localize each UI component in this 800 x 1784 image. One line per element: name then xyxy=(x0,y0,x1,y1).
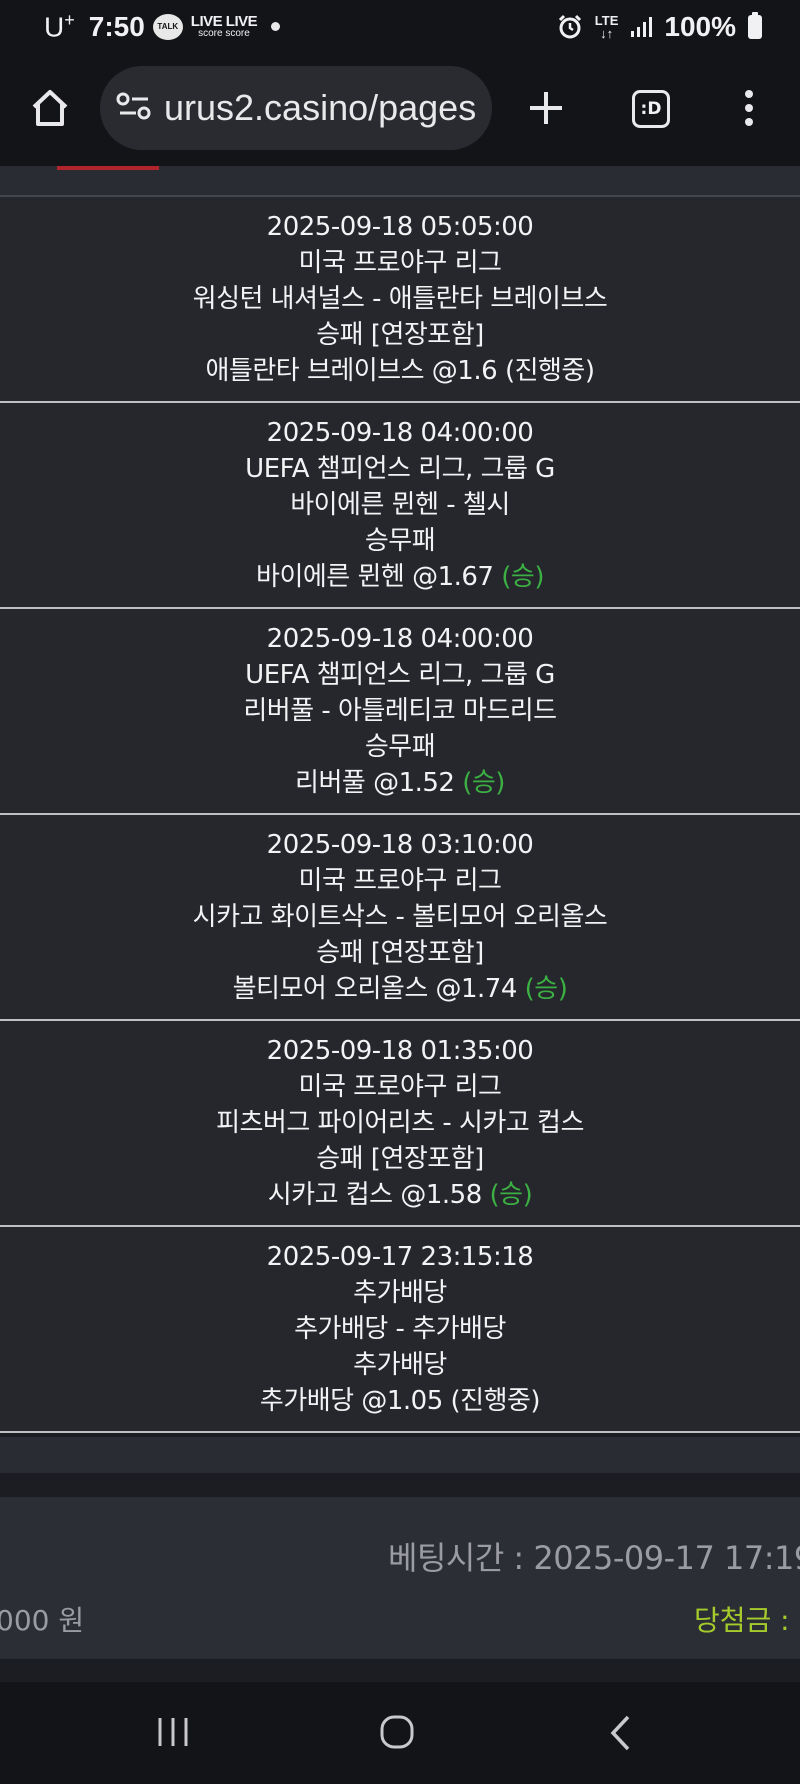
tab-switcher-button[interactable]: :D xyxy=(632,90,670,128)
bet-match: 추가배당 - 추가배당 xyxy=(294,1314,506,1344)
bet-list: 2025-09-18 05:05:00 미국 프로야구 리그 워싱턴 내셔널스 - … xyxy=(0,197,800,1433)
clock: 7:50 xyxy=(88,10,145,42)
list-footer xyxy=(0,1437,800,1473)
bet-datetime: 2025-09-18 03:10:00 xyxy=(266,830,534,860)
home-button[interactable] xyxy=(28,86,72,130)
bet-pick: 바이에른 뮌헨 @1.67 xyxy=(256,562,494,592)
bet-result: (진행중) xyxy=(450,1386,541,1416)
kakaotalk-icon: TALK xyxy=(152,13,183,40)
bet-result: (승) xyxy=(489,1180,533,1210)
bet-pick: 애틀란타 브레이브스 @1.6 xyxy=(205,356,498,386)
bet-market: 추가배당 xyxy=(353,1350,447,1380)
bet-result: (진행중) xyxy=(504,356,595,386)
recents-button[interactable] xyxy=(155,1716,191,1748)
site-settings-icon[interactable] xyxy=(116,90,152,126)
bet-item: 2025-09-18 05:05:00 미국 프로야구 리그워싱턴 내셔널스 - … xyxy=(0,197,800,403)
back-icon xyxy=(610,1715,630,1751)
bet-league: 미국 프로야구 리그 xyxy=(298,248,502,278)
bet-pick-line: 볼티모어 오리올스 @1.74 (승) xyxy=(233,971,568,1007)
bet-league: UEFA 챔피언스 리그, 그룹 G xyxy=(245,454,555,484)
url-text[interactable]: urus2.casino/pages xyxy=(164,87,476,129)
bet-pick: 시카고 컵스 @1.58 xyxy=(267,1180,483,1210)
bet-market: 승무패 xyxy=(364,526,436,556)
browser-toolbar: urus2.casino/pages :D xyxy=(0,54,800,166)
alarm-icon xyxy=(557,14,583,40)
recents-icon xyxy=(158,1718,188,1746)
bet-datetime: 2025-09-17 23:15:18 xyxy=(266,1242,534,1272)
more-dot-icon xyxy=(745,90,753,98)
bet-result: (승) xyxy=(501,562,544,592)
bet-datetime: 2025-09-18 04:00:00 xyxy=(266,624,534,654)
notification-dot-icon xyxy=(271,22,281,32)
battery-percent: 100% xyxy=(664,11,736,42)
more-menu-button[interactable] xyxy=(737,86,761,130)
new-tab-button[interactable] xyxy=(526,88,566,128)
bet-league: 추가배당 xyxy=(353,1278,447,1308)
live-score-icon: LIVE LIVE score score xyxy=(190,13,258,40)
bet-league: 미국 프로야구 리그 xyxy=(298,866,502,896)
bet-market: 승패 [연장포함] xyxy=(316,1144,484,1174)
plus-icon xyxy=(530,92,562,124)
bet-pick-line: 시카고 컵스 @1.58 (승) xyxy=(268,1177,533,1213)
bet-match: 시카고 화이트삭스 - 볼티모어 오리올스 xyxy=(192,902,608,932)
bet-pick: 리버풀 @1.52 xyxy=(295,768,455,798)
bet-league: UEFA 챔피언스 리그, 그룹 G xyxy=(245,660,555,690)
bet-item: 2025-09-18 04:00:00 UEFA 챔피언스 리그, 그룹 G 리버풀… xyxy=(0,609,800,815)
lte-icon: LTE ↓↑ xyxy=(594,13,619,41)
bet-market: 승패 [연장포함] xyxy=(316,938,484,968)
system-nav-bar xyxy=(0,1682,800,1784)
bet-market: 승무패 xyxy=(364,732,436,762)
carrier-label: U+ xyxy=(44,10,75,43)
bet-match: 피츠버그 파이어리츠 - 시카고 컵스 xyxy=(216,1108,584,1138)
bet-amount: 000 원 xyxy=(0,1604,85,1637)
more-dot-icon xyxy=(745,118,753,126)
bet-pick-line: 바이에른 뮌헨 @1.67 (승) xyxy=(256,559,544,595)
bet-item: 2025-09-17 23:15:18 추가배당 추가배당 - 추가배당 추가배당 추가… xyxy=(0,1227,800,1433)
bet-market: 승패 [연장포함] xyxy=(316,320,484,350)
more-dot-icon xyxy=(745,104,753,112)
page-tab-strip xyxy=(0,166,800,197)
nav-home-button[interactable] xyxy=(380,1715,414,1749)
bet-league: 미국 프로야구 리그 xyxy=(298,1072,502,1102)
win-amount: 당첨금 : 0 xyxy=(694,1604,800,1637)
bet-time: 베팅시간 : 2025-09-17 17:19:3 xyxy=(388,1539,800,1577)
bet-item: 2025-09-18 03:10:00 미국 프로야구 리그시카고 화이트삭스 -… xyxy=(0,815,800,1021)
bet-datetime: 2025-09-18 05:05:00 xyxy=(266,212,534,242)
bet-pick-line: 애틀란타 브레이브스 @1.6 (진행중) xyxy=(206,353,595,389)
bet-pick: 볼티모어 오리올스 @1.74 xyxy=(232,974,518,1004)
battery-icon xyxy=(748,12,762,39)
back-button[interactable] xyxy=(608,1714,634,1752)
address-bar[interactable]: urus2.casino/pages xyxy=(100,66,492,150)
active-tab-indicator xyxy=(57,166,159,170)
bet-datetime: 2025-09-18 01:35:00 xyxy=(266,1036,534,1066)
signal-icon xyxy=(630,16,653,38)
bet-item: 2025-09-18 04:00:00 UEFA 챔피언스 리그, 그룹 G 바이에… xyxy=(0,403,800,609)
bet-item: 2025-09-18 01:35:00 미국 프로야구 리그피츠버그 파이어리츠 … xyxy=(0,1021,800,1227)
bet-summary: 베팅시간 : 2025-09-17 17:19:3 000 원 당첨금 : 0 xyxy=(0,1497,800,1659)
bet-pick-line: 추가배당 @1.05 (진행중) xyxy=(259,1383,541,1419)
bet-pick: 추가배당 @1.05 xyxy=(259,1386,443,1416)
bet-pick-line: 리버풀 @1.52 (승) xyxy=(295,765,505,801)
bet-result: (승) xyxy=(524,974,568,1004)
bet-match: 워싱턴 내셔널스 - 애틀란타 브레이브스 xyxy=(192,284,608,314)
bet-datetime: 2025-09-18 04:00:00 xyxy=(266,418,534,448)
home-circle-icon xyxy=(380,1715,414,1749)
bet-match: 리버풀 - 아틀레티코 마드리드 xyxy=(243,696,557,726)
bet-result: (승) xyxy=(462,768,505,798)
status-bar: U+ 7:50 TALK LIVE LIVE score score LTE ↓↑… xyxy=(0,0,800,54)
home-icon xyxy=(32,90,68,126)
bet-match: 바이에른 뮌헨 - 첼시 xyxy=(290,490,510,520)
